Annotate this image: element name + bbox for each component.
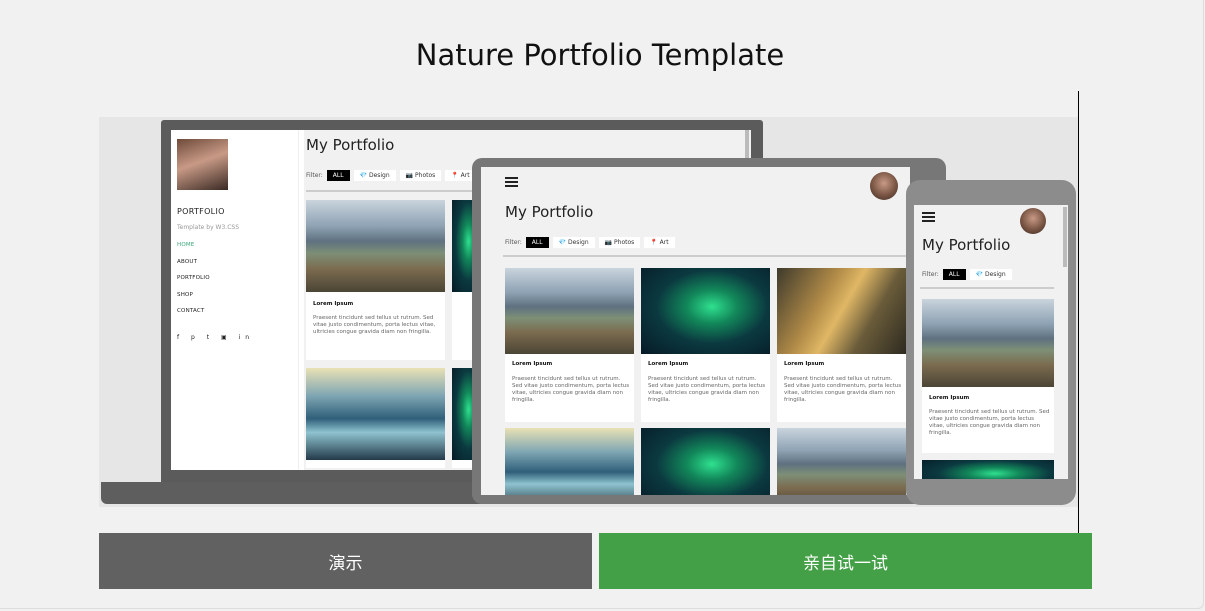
filter-art: 📍 Art	[644, 237, 675, 248]
mountain-photo	[306, 200, 445, 292]
tablet-mockup: My Portfolio Filter: ALL 💎 Design 📷 Phot…	[472, 158, 946, 504]
filter-label: Filter:	[306, 172, 323, 179]
filter-bar: Filter: ALL 💎 Design 📷 Photos 📍 Art	[306, 170, 476, 181]
sidebar-item-shop: SHOP	[177, 292, 194, 298]
sidebar-item-about: ABOUT	[177, 259, 198, 265]
avatar	[177, 139, 228, 190]
avatar	[1020, 208, 1046, 234]
portfolio-card	[505, 428, 634, 495]
card-text: Praesent tincidunt sed tellus ut rutrum.…	[929, 409, 1050, 436]
portfolio-card: Lorem Ipsum Praesent tincidunt sed tellu…	[306, 200, 445, 360]
portfolio-heading: My Portfolio	[922, 236, 1011, 254]
filter-bar: Filter: ALL 💎 Design 📷 Photos 📍 Art	[505, 237, 675, 248]
filter-all: ALL	[525, 237, 549, 248]
aurora-photo	[922, 460, 1054, 479]
filter-design: 💎 Design	[552, 237, 595, 248]
aurora-photo	[641, 268, 770, 354]
demo-button[interactable]: 演示	[99, 533, 592, 589]
card-text: Praesent tincidunt sed tellus ut rutrum.…	[784, 376, 902, 403]
portfolio-heading: My Portfolio	[505, 203, 594, 221]
tablet-screen: My Portfolio Filter: ALL 💎 Design 📷 Phot…	[481, 167, 910, 495]
card-title: Lorem Ipsum	[313, 301, 354, 307]
card-title: Lorem Ipsum	[512, 361, 553, 367]
scrollbar	[1063, 207, 1067, 267]
hamburger-menu-icon	[505, 177, 518, 187]
phone-mockup: My Portfolio Filter: ALL 💎 Design Lorem …	[906, 180, 1076, 505]
sidebar-item-contact: CONTACT	[177, 308, 205, 314]
template-preview-image: PORTFOLIO Template by W3.CSS HOME ABOUT …	[99, 117, 1078, 507]
card-title: Lorem Ipsum	[784, 361, 825, 367]
filter-label: Filter:	[922, 271, 939, 278]
fjord-photo	[306, 368, 445, 460]
divider-line	[1078, 91, 1079, 535]
card-text: Praesent tincidunt sed tellus ut rutrum.…	[313, 315, 436, 335]
social-icons: f p t ▣ in	[177, 334, 255, 341]
filter-all: ALL	[326, 170, 350, 181]
portfolio-heading: My Portfolio	[306, 136, 395, 154]
portfolio-card: Lorem Ipsum Praesent tincidunt sed tellu…	[641, 268, 770, 422]
filter-design: 💎 Design	[353, 170, 396, 181]
filter-photos: 📷 Photos	[399, 170, 442, 181]
filter-bar: Filter: ALL 💎 Design	[922, 269, 1012, 280]
mountain-photo	[922, 299, 1054, 387]
template-card: Nature Portfolio Template PORTFOLIO Temp…	[0, 0, 1204, 609]
filter-design: 💎 Design	[969, 269, 1012, 280]
portfolio-card: Lorem Ipsum Praesent tincidunt sed tellu…	[777, 268, 906, 422]
filter-photos: 📷 Photos	[598, 237, 641, 248]
card-title: Lorem Ipsum	[929, 395, 970, 401]
portfolio-card	[777, 428, 906, 495]
portfolio-card	[306, 368, 445, 468]
card-text: Praesent tincidunt sed tellus ut rutrum.…	[648, 376, 766, 403]
scrollbar	[745, 130, 749, 160]
fjord-photo	[505, 428, 634, 495]
laptop-sidebar: PORTFOLIO Template by W3.CSS HOME ABOUT …	[171, 130, 299, 470]
divider	[920, 287, 1054, 289]
mountain-photo	[777, 428, 906, 495]
portfolio-card: Lorem Ipsum Praesent tincidunt sed tellu…	[922, 299, 1054, 453]
filter-label: Filter:	[505, 239, 522, 246]
aurora-photo	[641, 428, 770, 495]
filter-all: ALL	[942, 269, 966, 280]
sidebar-item-portfolio: PORTFOLIO	[177, 275, 210, 281]
portfolio-card	[641, 428, 770, 495]
page-title: Nature Portfolio Template	[415, 38, 785, 72]
phone-screen: My Portfolio Filter: ALL 💎 Design Lorem …	[914, 205, 1068, 479]
sidebar-brand: PORTFOLIO	[177, 207, 225, 216]
card-text: Praesent tincidunt sed tellus ut rutrum.…	[512, 376, 630, 403]
sidebar-subtitle: Template by W3.CSS	[177, 224, 240, 231]
card-title: Lorem Ipsum	[648, 361, 689, 367]
portfolio-card: Lorem Ipsum Praesent tincidunt sed tellu…	[505, 268, 634, 422]
try-it-button[interactable]: 亲自试一试	[599, 533, 1092, 589]
hamburger-menu-icon	[922, 212, 935, 222]
portfolio-card	[922, 460, 1054, 479]
divider	[503, 255, 907, 257]
sidebar-item-home: HOME	[177, 242, 195, 248]
cliff-photo	[777, 268, 906, 354]
mountain-photo	[505, 268, 634, 354]
avatar	[870, 172, 898, 200]
